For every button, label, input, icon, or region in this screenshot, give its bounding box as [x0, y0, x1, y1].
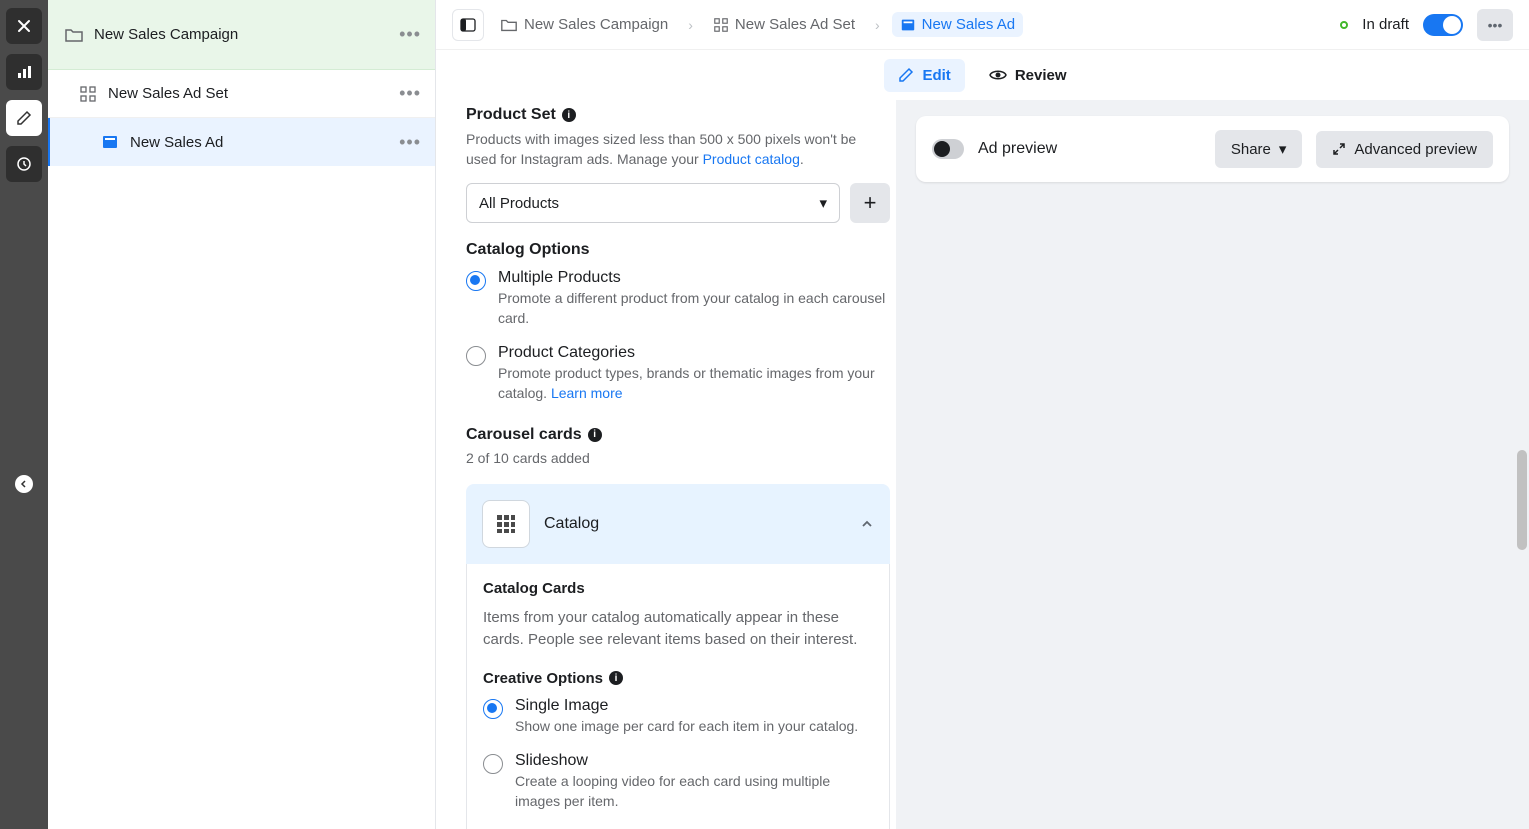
radio-slideshow[interactable]: Slideshow Create a looping video for eac… [483, 752, 873, 811]
chevron-right-icon: › [684, 17, 697, 33]
chevron-up-icon [860, 517, 874, 531]
eye-icon [989, 66, 1007, 84]
radio-slideshow-label: Slideshow [515, 752, 873, 770]
advanced-preview-button[interactable]: Advanced preview [1316, 131, 1493, 168]
tree-adset-label: New Sales Ad Set [108, 85, 395, 102]
chart-icon[interactable] [6, 54, 42, 90]
info-icon[interactable]: i [588, 428, 602, 442]
radio-product-categories-desc: Promote product types, brands or themati… [498, 364, 890, 403]
product-set-help: Products with images sized less than 500… [466, 130, 890, 169]
status-text: In draft [1362, 16, 1409, 33]
tree-campaign-label: New Sales Campaign [94, 26, 395, 43]
learn-more-link[interactable]: Learn more [551, 385, 623, 401]
radio-icon [483, 699, 503, 719]
breadcrumb-adset[interactable]: New Sales Ad Set [705, 12, 863, 37]
catalog-cards-subtitle: Catalog Cards [483, 580, 873, 597]
radio-single-image[interactable]: Single Image Show one image per card for… [483, 697, 873, 737]
collapse-rail-button[interactable] [15, 475, 33, 493]
grid-icon [713, 17, 729, 33]
radio-multiple-products[interactable]: Multiple Products Promote a different pr… [466, 269, 890, 328]
top-bar: New Sales Campaign › New Sales Ad Set › … [436, 0, 1529, 50]
status-dot-icon [1340, 21, 1348, 29]
more-options-button[interactable]: ••• [1477, 9, 1513, 41]
radio-icon [466, 271, 486, 291]
expand-icon [1332, 142, 1346, 156]
ad-preview-toggle[interactable] [932, 139, 964, 159]
pencil-icon [898, 67, 914, 83]
catalog-cards-desc: Items from your catalog automatically ap… [483, 607, 873, 652]
more-icon[interactable]: ••• [395, 128, 425, 157]
chevron-right-icon: › [871, 17, 884, 33]
add-product-set-button[interactable]: + [850, 183, 890, 223]
tab-review[interactable]: Review [975, 58, 1081, 92]
info-icon[interactable]: i [562, 108, 576, 122]
close-button[interactable] [6, 8, 42, 44]
caret-down-icon: ▾ [1279, 140, 1287, 158]
main-panel: New Sales Campaign › New Sales Ad Set › … [436, 0, 1529, 829]
radio-multiple-products-desc: Promote a different product from your ca… [498, 289, 890, 328]
carousel-cards-title: Carousel cards [466, 426, 582, 444]
ad-icon [100, 133, 120, 151]
breadcrumb-ad[interactable]: New Sales Ad [892, 12, 1023, 37]
breadcrumb-campaign[interactable]: New Sales Campaign [492, 12, 676, 38]
info-icon[interactable]: i [609, 671, 623, 685]
radio-product-categories[interactable]: Product Categories Promote product types… [466, 344, 890, 403]
radio-slideshow-desc: Create a looping video for each card usi… [515, 772, 873, 811]
tree-campaign[interactable]: New Sales Campaign ••• [48, 0, 435, 70]
ad-preview-label: Ad preview [978, 140, 1201, 158]
scrollbar-thumb[interactable] [1517, 450, 1527, 550]
left-rail [0, 0, 48, 829]
catalog-options-title: Catalog Options [466, 241, 590, 259]
radio-single-image-desc: Show one image per card for each item in… [515, 717, 858, 737]
tab-review-label: Review [1015, 67, 1067, 84]
breadcrumb-adset-label: New Sales Ad Set [735, 16, 855, 33]
folder-icon [64, 25, 84, 45]
tree-ad[interactable]: New Sales Ad ••• [48, 118, 435, 166]
carousel-cards-count: 2 of 10 cards added [466, 450, 890, 466]
tab-edit[interactable]: Edit [884, 59, 964, 92]
caret-down-icon: ▾ [819, 194, 827, 212]
edit-icon[interactable] [6, 100, 42, 136]
breadcrumb-campaign-label: New Sales Campaign [524, 16, 668, 33]
catalog-card-header[interactable]: Catalog [466, 484, 890, 564]
share-button[interactable]: Share ▾ [1215, 130, 1303, 168]
preview-column: Ad preview Share ▾ Advanced preview [896, 100, 1529, 829]
form-column: Product Set i Products with images sized… [436, 100, 896, 829]
product-set-select-value: All Products [479, 195, 559, 212]
radio-product-categories-label: Product Categories [498, 344, 890, 362]
more-icon[interactable]: ••• [395, 20, 425, 49]
clock-icon[interactable] [6, 146, 42, 182]
structure-tree: New Sales Campaign ••• New Sales Ad Set … [48, 0, 436, 829]
catalog-card-title: Catalog [544, 515, 846, 533]
grid-icon [78, 85, 98, 103]
ad-icon [900, 17, 916, 33]
product-set-title: Product Set [466, 106, 556, 124]
product-set-select[interactable]: All Products ▾ [466, 183, 840, 223]
catalog-grid-icon [482, 500, 530, 548]
edit-review-tabs: Edit Review [436, 50, 1529, 100]
preview-bar: Ad preview Share ▾ Advanced preview [916, 116, 1509, 182]
product-catalog-link[interactable]: Product catalog [703, 151, 800, 167]
tree-adset[interactable]: New Sales Ad Set ••• [48, 70, 435, 118]
radio-icon [466, 346, 486, 366]
tree-ad-label: New Sales Ad [130, 134, 395, 151]
more-icon[interactable]: ••• [395, 79, 425, 108]
radio-single-image-label: Single Image [515, 697, 858, 715]
breadcrumb-ad-label: New Sales Ad [922, 16, 1015, 33]
radio-icon [483, 754, 503, 774]
publish-toggle[interactable] [1423, 14, 1463, 36]
folder-icon [500, 16, 518, 34]
creative-options-title: Creative Options [483, 670, 603, 687]
radio-multiple-products-label: Multiple Products [498, 269, 890, 287]
tab-edit-label: Edit [922, 67, 950, 84]
panel-toggle-button[interactable] [452, 9, 484, 41]
